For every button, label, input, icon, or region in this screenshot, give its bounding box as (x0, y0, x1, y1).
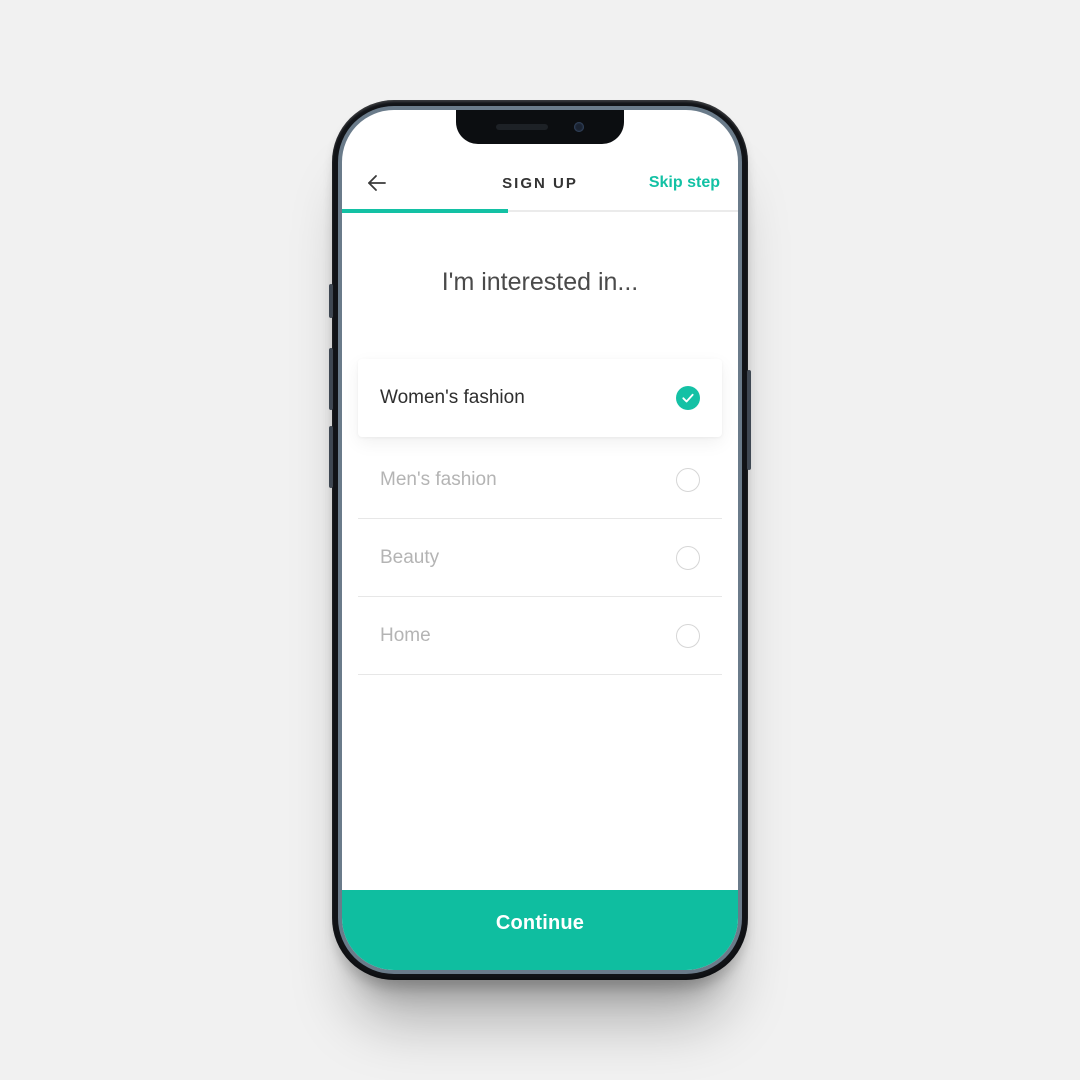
content: I'm interested in... Women's fashion Men… (342, 212, 738, 890)
option-beauty[interactable]: Beauty (358, 519, 722, 597)
interest-options: Women's fashion Men's fashion Beauty (342, 359, 738, 675)
back-button[interactable] (360, 166, 394, 200)
app-screen: SIGN UP Skip step I'm interested in... W… (342, 110, 738, 970)
side-button (329, 426, 333, 488)
option-womens-fashion[interactable]: Women's fashion (358, 359, 722, 437)
radio-unchecked-icon (676, 468, 700, 492)
phone-frame: SIGN UP Skip step I'm interested in... W… (332, 100, 748, 980)
option-home[interactable]: Home (358, 597, 722, 675)
option-mens-fashion[interactable]: Men's fashion (358, 441, 722, 519)
question-heading: I'm interested in... (342, 268, 738, 297)
back-arrow-icon (365, 171, 389, 195)
radio-unchecked-icon (676, 546, 700, 570)
option-label: Men's fashion (380, 469, 497, 491)
checkmark-icon (676, 386, 700, 410)
progress-bar (342, 210, 738, 212)
side-button (747, 370, 751, 470)
progress-fill (342, 209, 508, 213)
side-button (329, 284, 333, 318)
continue-button[interactable]: Continue (342, 890, 738, 970)
skip-step-button[interactable]: Skip step (649, 174, 720, 192)
option-label: Home (380, 625, 431, 647)
radio-unchecked-icon (676, 624, 700, 648)
side-button (329, 348, 333, 410)
option-label: Women's fashion (380, 387, 525, 409)
device-notch (456, 110, 624, 144)
option-label: Beauty (380, 547, 439, 569)
